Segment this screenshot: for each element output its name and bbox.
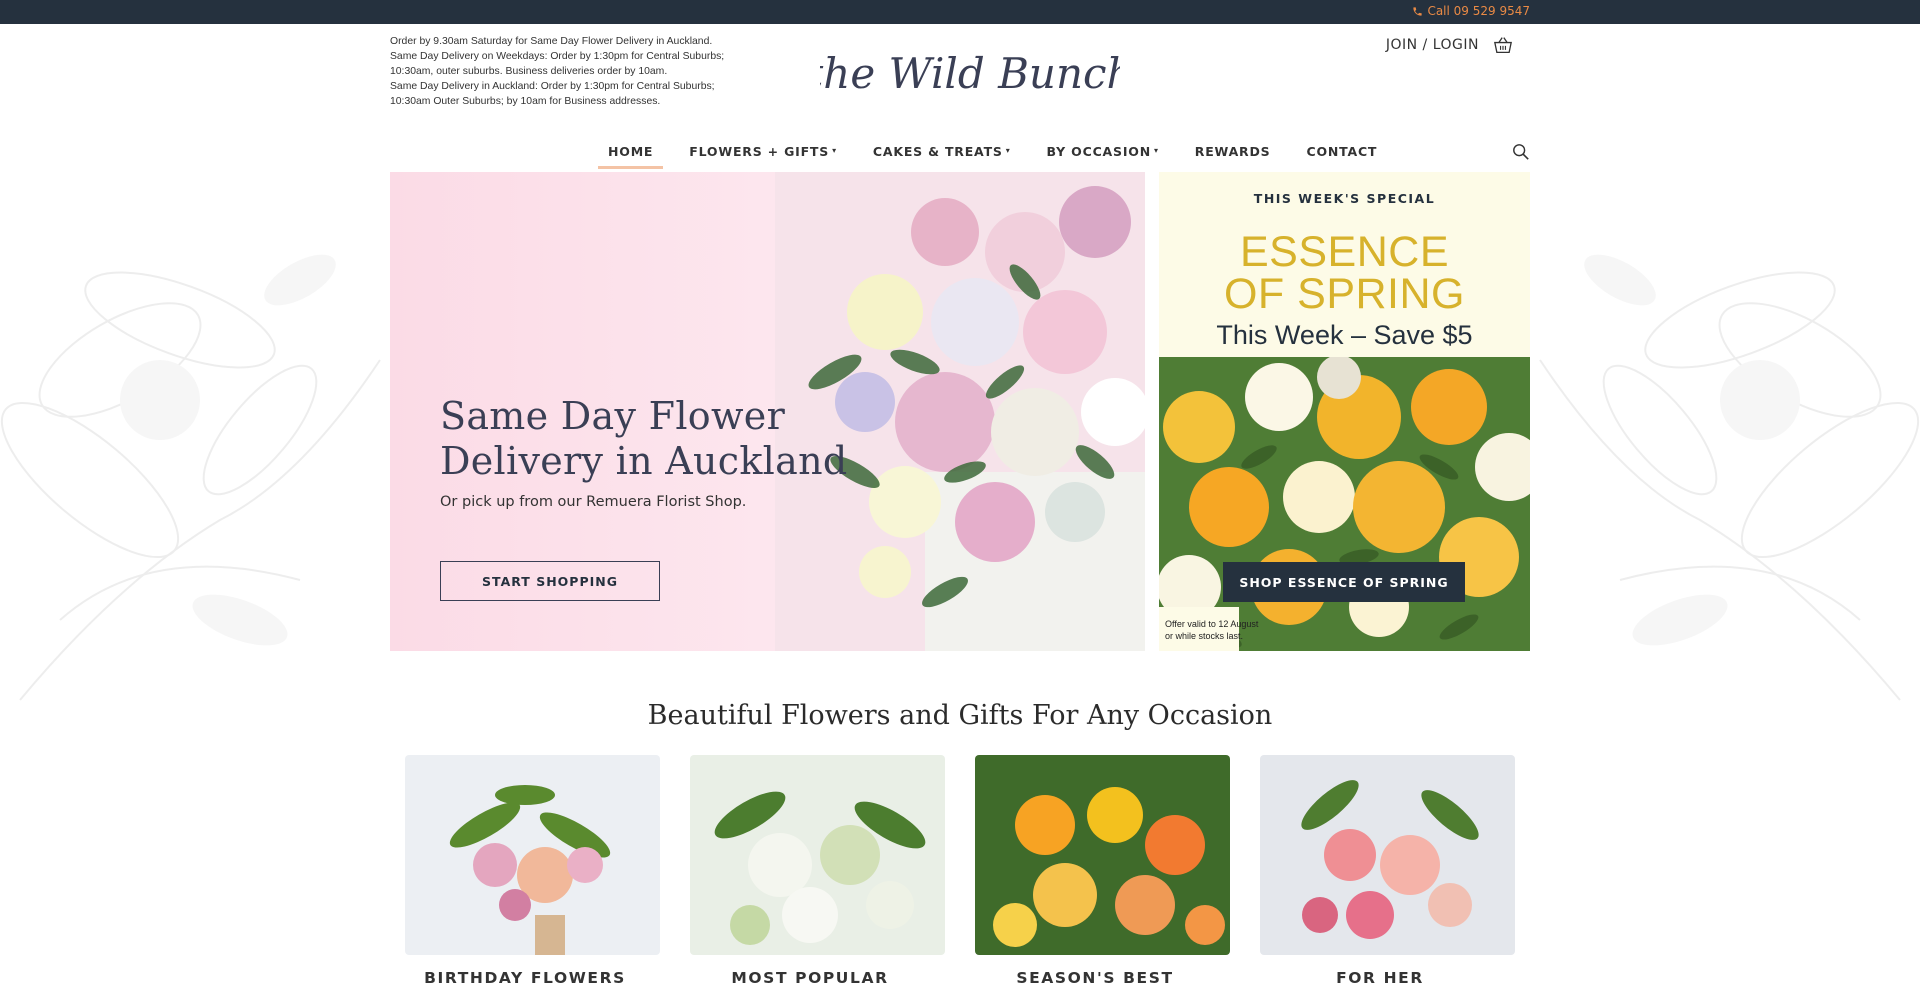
top-bar: Call 09 529 9547: [0, 0, 1920, 24]
special-bouquet-image: [1159, 357, 1530, 651]
delivery-info-line: Order by 9.30am Saturday for Same Day Fl…: [390, 36, 713, 47]
category-name: FOR HER: [1336, 969, 1424, 987]
shop-essence-button[interactable]: SHOP ESSENCE OF SPRING: [1223, 562, 1465, 602]
hero-title: Same Day Flower Delivery in Auckland: [440, 394, 847, 484]
delivery-info-line: 10:30am Outer Suburbs; by 10am for Busin…: [390, 96, 661, 107]
section-title: Beautiful Flowers and Gifts For Any Occa…: [647, 700, 1273, 731]
nav-item-by-occasion[interactable]: BY OCCASION ▾: [1029, 142, 1177, 172]
logo-text: the Wild Bunch: [820, 49, 1120, 98]
floral-background-left: [0, 254, 381, 701]
category-card-birthday[interactable]: BIRTHDAY FLOWERS: [405, 755, 660, 987]
nav-item-cakes-treats[interactable]: CAKES & TREATS ▾: [855, 142, 1029, 172]
delivery-info-line: Same Day Delivery in Auckland: Order by …: [390, 81, 715, 92]
category-image: [975, 755, 1230, 955]
hero-banner: Same Day Flower Delivery in Auckland Or …: [390, 172, 1145, 651]
nav-label: CONTACT: [1306, 144, 1378, 159]
account-area: JOIN / LOGIN: [1386, 36, 1513, 54]
nav-label: HOME: [608, 144, 654, 159]
category-name: BIRTHDAY FLOWERS: [424, 969, 626, 987]
category-image: [1260, 755, 1515, 955]
nav-item-rewards[interactable]: REWARDS: [1177, 142, 1289, 172]
caret-down-icon: ▾: [1005, 146, 1011, 155]
category-name: MOST POPULAR: [731, 969, 889, 987]
hero-title-line: Delivery in Auckland: [440, 439, 848, 483]
nav-label: REWARDS: [1194, 144, 1271, 159]
search-icon[interactable]: [1512, 143, 1530, 161]
hero-title-line: Same Day Flower: [440, 394, 786, 438]
category-list: BIRTHDAY FLOWERS MOST POPULAR SEASON'S B…: [405, 755, 1515, 987]
caret-down-icon: ▾: [832, 146, 837, 155]
category-card-seasons-best[interactable]: SEASON'S BEST: [975, 755, 1230, 987]
nav-label: BY OCCASION: [1046, 144, 1151, 159]
nav-item-home[interactable]: HOME: [590, 142, 671, 172]
nav-item-flowers-gifts[interactable]: FLOWERS + GIFTS ▾: [671, 142, 855, 172]
delivery-info-line: Same Day Delivery on Weekdays: Order by …: [390, 51, 725, 62]
nav-label: CAKES & TREATS: [872, 144, 1003, 159]
main-nav: HOME FLOWERS + GIFTS ▾ CAKES & TREATS ▾ BY…: [590, 142, 1395, 172]
hero-subtitle: Or pick up from our Remuera Florist Shop…: [440, 494, 747, 510]
site-logo[interactable]: the Wild Bunch: [806, 42, 1133, 112]
special-title-line: OF SPRING: [1223, 270, 1466, 318]
category-card-for-her[interactable]: FOR HER: [1260, 755, 1515, 987]
basket-icon[interactable]: [1493, 36, 1513, 54]
nav-label: FLOWERS + GIFTS: [689, 144, 830, 159]
call-link[interactable]: Call 09 529 9547: [1412, 4, 1530, 18]
category-image: [690, 755, 945, 955]
join-login-link[interactable]: JOIN / LOGIN: [1386, 37, 1479, 53]
category-name: SEASON'S BEST: [1016, 969, 1174, 987]
delivery-info: Order by 9.30am Saturday for Same Day Fl…: [390, 34, 770, 109]
offer-validity: Offer valid to 12 August or while stocks…: [1165, 618, 1258, 642]
call-label: Call 09 529 9547: [1427, 4, 1530, 18]
floral-background-right: [1539, 254, 1920, 701]
offer-line: Offer valid to 12 August: [1165, 619, 1259, 629]
start-shopping-button[interactable]: START SHOPPING: [440, 561, 660, 601]
nav-item-contact[interactable]: CONTACT: [1288, 142, 1395, 172]
category-image: [405, 755, 660, 955]
special-saving: This Week – Save $5: [1216, 320, 1473, 350]
delivery-info-line: 10:30am, outer suburbs. Business deliver…: [390, 66, 668, 77]
weekly-special-banner[interactable]: THIS WEEK'S SPECIAL ESSENCE OF SPRING Th…: [1159, 172, 1530, 651]
category-card-most-popular[interactable]: MOST POPULAR: [690, 755, 945, 987]
special-label: THIS WEEK'S SPECIAL: [1253, 191, 1436, 206]
phone-icon: [1413, 6, 1423, 16]
caret-down-icon: ▾: [1153, 146, 1159, 155]
offer-line: or while stocks last.: [1165, 631, 1244, 641]
